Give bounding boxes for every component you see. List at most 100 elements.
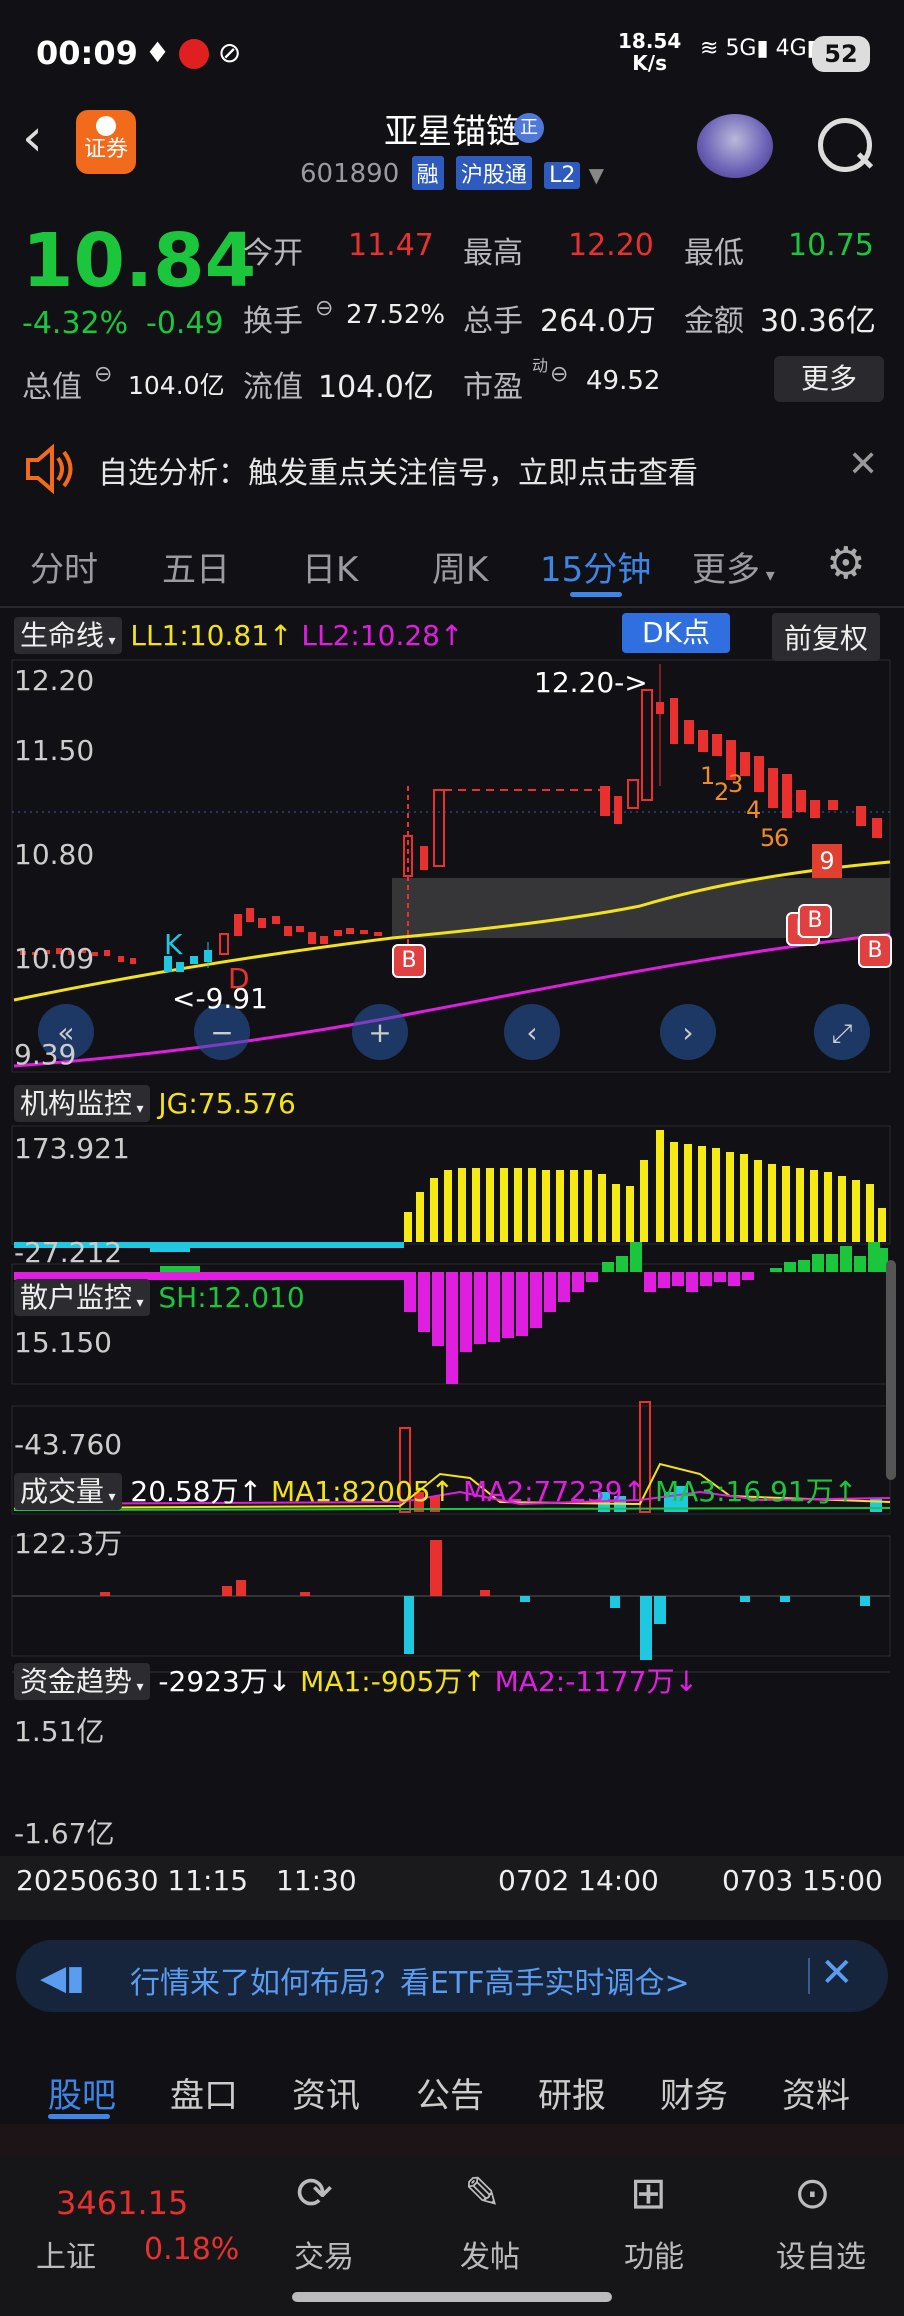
ll1-value: LL1:10.81 xyxy=(130,619,270,652)
megaphone-icon: ◀▮ xyxy=(40,1958,85,1998)
post-label[interactable]: 发帖 xyxy=(460,2232,520,2276)
buy-marker: B xyxy=(798,904,832,938)
alert-text[interactable]: 自选分析：触发重点关注信号，立即点击查看 xyxy=(98,448,698,492)
buy-marker: B xyxy=(858,934,892,968)
x-end: 0703 15:00 xyxy=(722,1864,883,1897)
volume-select[interactable]: 成交量 ▾ xyxy=(14,1473,122,1510)
y-tick-5: 9.39 xyxy=(14,1038,77,1071)
jg-value: JG:75.576 xyxy=(158,1087,296,1120)
chevron-down-icon: ▼ xyxy=(588,163,605,187)
tab-ziliao[interactable]: 资料 xyxy=(782,2068,850,2117)
index-name[interactable]: 上证 xyxy=(36,2232,96,2276)
seq-6: 6 xyxy=(774,824,790,852)
status-icons: ♦ ⊘ xyxy=(145,36,242,69)
assistant-robot-icon[interactable] xyxy=(697,114,773,178)
seq-1: 1 xyxy=(700,762,716,790)
ll2-value: LL2:10.28 xyxy=(301,619,440,652)
func-label[interactable]: 功能 xyxy=(624,2232,684,2276)
more-dots-icon[interactable]: ⊙ xyxy=(794,2168,831,2219)
tab-15min[interactable]: 15分钟 xyxy=(540,542,651,591)
tab-gonggao[interactable]: 公告 xyxy=(416,2068,484,2117)
tag-rong: 融 xyxy=(411,156,444,190)
adjust-button[interactable]: 前复权 xyxy=(772,613,881,661)
tab-yanbao[interactable]: 研报 xyxy=(538,2068,606,2117)
tab-rik[interactable]: 日K xyxy=(302,542,358,591)
index-value[interactable]: 3461.15 xyxy=(56,2184,188,2222)
fund-max: 1.51亿 xyxy=(14,1715,105,1748)
tab-pankou[interactable]: 盘口 xyxy=(170,2068,238,2117)
sh-legend: 散户监控 ▾ SH:12.010 xyxy=(14,1276,305,1316)
tab-caiwu[interactable]: 财务 xyxy=(660,2068,728,2117)
sh-max: 15.150 xyxy=(14,1326,112,1359)
seq-2: 2 xyxy=(714,778,730,806)
amount-label: 金额 xyxy=(684,304,744,339)
tab-zhouk[interactable]: 周K xyxy=(432,542,488,591)
open-value: 11.47 xyxy=(348,228,434,263)
y-tick-4: 10.09 xyxy=(14,942,95,975)
jg-bars xyxy=(14,1130,886,1252)
trade-icon[interactable]: ⟳ xyxy=(296,2168,333,2219)
gear-icon[interactable]: ⚙ xyxy=(826,538,865,589)
volume-max: 122.3万 xyxy=(14,1527,123,1560)
stock-code-row[interactable]: 601890 融 沪股通 L2 ▼ xyxy=(300,156,604,190)
tag-l2: L2 xyxy=(544,162,581,189)
volume-value: 264.0万 xyxy=(540,304,656,339)
info-icon[interactable]: ⊖ xyxy=(550,362,568,387)
pe-superscript: 动 xyxy=(532,356,549,375)
buy-marker: B xyxy=(392,944,426,978)
fund-legend: 资金趋势 ▾ -2923万↓ MA1:-905万↑ MA2:-1177万↓ xyxy=(14,1660,698,1700)
settings-label[interactable]: 设自选 xyxy=(776,2232,866,2276)
indicator-select[interactable]: 生命线 ▾ xyxy=(14,617,122,654)
tab-more[interactable]: 更多 ▾ xyxy=(692,542,775,591)
fund-select[interactable]: 资金趋势 ▾ xyxy=(14,1663,150,1700)
info-icon[interactable]: ⊖ xyxy=(315,296,333,321)
more-button[interactable]: 更多 xyxy=(774,356,884,402)
scrollbar[interactable] xyxy=(886,1260,896,1480)
tab-wuri[interactable]: 五日 xyxy=(162,542,230,591)
sh-select[interactable]: 散户监控 ▾ xyxy=(14,1279,150,1316)
grid-icon[interactable]: ⊞ xyxy=(630,2168,667,2219)
y-tick-3: 10.80 xyxy=(14,838,95,871)
close-icon[interactable]: ✕ xyxy=(848,444,878,485)
active-tab-indicator xyxy=(570,592,622,597)
seq-3: 3 xyxy=(728,770,744,798)
high-annotation: 12.20-> xyxy=(534,666,648,699)
d-mark: D xyxy=(228,962,250,995)
battery-icon: 52 xyxy=(812,36,870,72)
net-speed: 18.54 K/s xyxy=(618,29,682,75)
edit-icon[interactable]: ✎ xyxy=(464,2168,501,2219)
main-chart-frame xyxy=(11,659,891,1073)
volume-label: 总手 xyxy=(463,304,523,339)
fund-min: -1.67亿 xyxy=(14,1817,115,1850)
close-icon[interactable]: ✕ xyxy=(820,1950,854,1996)
fund-bars xyxy=(100,1540,870,1660)
divider xyxy=(0,606,904,608)
jg-select[interactable]: 机构监控 ▾ xyxy=(14,1085,150,1122)
jg-max: 173.921 xyxy=(14,1132,130,1165)
high-value: 12.20 xyxy=(568,228,654,263)
active-bottom-tab-indicator xyxy=(48,2114,110,2119)
info-icon[interactable]: ⊖ xyxy=(94,362,112,387)
ll2-line xyxy=(13,932,891,1068)
tab-fenshi[interactable]: 分时 xyxy=(30,542,98,591)
speaker-icon xyxy=(24,440,74,502)
signal-icons: ≋ 5G▮ 4G▮ xyxy=(700,36,819,61)
svg-text:‹: ‹ xyxy=(526,1016,537,1049)
zheng-badge: 正 xyxy=(514,113,544,143)
tab-guba[interactable]: 股吧 xyxy=(48,2068,116,2117)
ad-text[interactable]: 行情来了如何布局？看ETF高手实时调仓> xyxy=(130,1958,690,2002)
change-pct: -4.32% xyxy=(22,306,129,341)
low-label: 最低 xyxy=(684,236,744,271)
jg-legend: 机构监控 ▾ JG:75.576 xyxy=(14,1082,296,1122)
sh-min: -43.760 xyxy=(14,1428,123,1461)
tab-zixun[interactable]: 资讯 xyxy=(292,2068,360,2117)
change-value: -0.49 xyxy=(146,306,224,341)
index-pct[interactable]: 0.18% xyxy=(144,2232,239,2267)
sh-value: SH:12.010 xyxy=(158,1281,305,1314)
volume-legend: 成交量 ▾ 20.58万↑ MA1:82005↑ MA2:77239↑ MA3:… xyxy=(14,1470,857,1510)
tab-content-strip xyxy=(0,2124,904,2156)
indicator-row: 生命线 ▾ LL1:10.81↑ LL2:10.28↑ xyxy=(14,614,463,654)
dk-point-button[interactable]: DK点 xyxy=(622,613,730,653)
pe-label: 市盈 xyxy=(463,370,523,405)
trade-label[interactable]: 交易 xyxy=(294,2232,354,2276)
